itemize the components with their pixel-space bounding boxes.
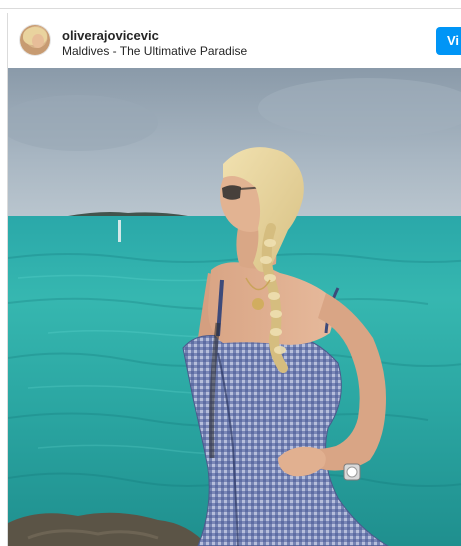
username-link[interactable]: oliverajovicevic [62,28,159,43]
view-profile-button[interactable]: Vi [436,27,461,55]
avatar-face [32,34,44,48]
avatar[interactable] [20,25,50,55]
post-image[interactable] [8,68,461,546]
post-header: oliverajovicevic Maldives - The Ultimati… [8,13,461,68]
top-divider [0,8,461,9]
location-link[interactable]: Maldives - The Ultimative Paradise [62,44,247,58]
post-image-illustration [8,68,461,546]
instagram-embed-card: oliverajovicevic Maldives - The Ultimati… [7,13,461,546]
